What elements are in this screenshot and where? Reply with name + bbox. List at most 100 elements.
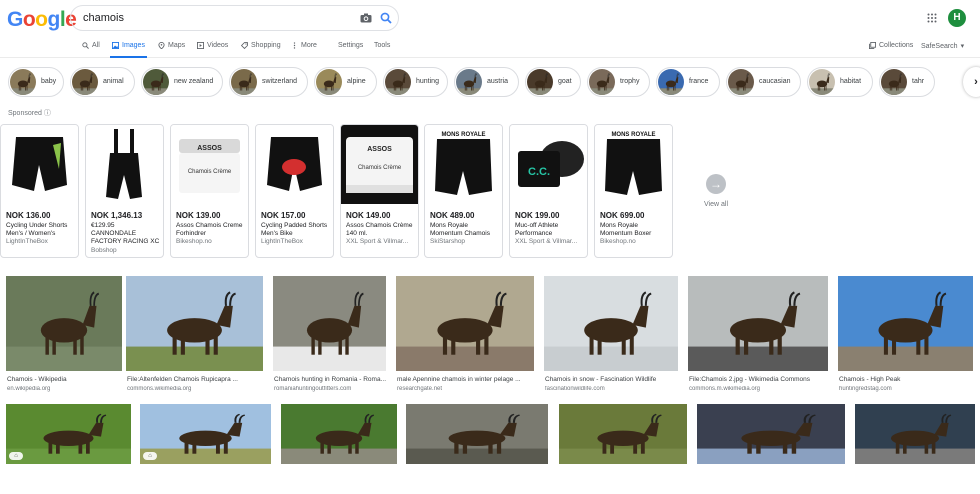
chip-label: new zealand [174,78,214,85]
image-result-thumbnail[interactable] [544,276,678,371]
image-result-thumbnail[interactable] [406,404,548,464]
chip-trophy[interactable]: trophy [587,67,650,97]
account-avatar[interactable]: H [948,9,966,27]
tab-settings[interactable]: Settings [338,42,363,49]
image-result-thumbnail[interactable] [281,404,397,464]
chip-thumbnail [728,69,754,95]
logo-letter: o [35,8,48,31]
collections-link[interactable]: Collections [869,42,913,49]
tab-shopping[interactable]: Shopping [241,42,281,49]
tab-tools[interactable]: Tools [374,42,390,49]
chip-habitat[interactable]: habitat [807,67,873,97]
image-result-title[interactable]: Chamois in snow - Fascination Wildlife [545,376,679,383]
image-result-thumbnail[interactable]: ⌂ [6,404,131,464]
camera-icon[interactable] [360,13,372,23]
image-result-title[interactable]: Chamois - High Peak [839,376,974,383]
image-result-title[interactable]: Chamois - Wikipedia [7,376,123,383]
tab-videos[interactable]: Videos [197,42,228,49]
chip-baby[interactable]: baby [8,67,64,97]
image-result-thumbnail[interactable] [126,276,263,371]
chip-switzerland[interactable]: switzerland [229,67,308,97]
product-price: NOK 199.00 [515,211,560,220]
product-price: NOK 149.00 [346,211,391,220]
image-result-thumbnail[interactable] [697,404,845,464]
product-card[interactable]: C.C. NOK 199.00 Muc-off Athlete Performa… [509,124,588,258]
tab-more[interactable]: More [291,42,317,49]
product-card[interactable]: ASSOS Chamois Crème NOK 149.00 Assos Cha… [340,124,419,258]
product-card[interactable]: NOK 136.00 Cycling Under Shorts Men's / … [0,124,79,258]
chip-goat[interactable]: goat [525,67,581,97]
collections-icon [869,42,876,49]
svg-text:Chamois Crème: Chamois Crème [188,169,232,175]
image-result-thumbnail[interactable]: ⌂ [140,404,271,464]
chip-thumbnail [72,69,98,95]
chip-alpine[interactable]: alpine [314,67,377,97]
view-all-link[interactable]: View all [704,201,728,208]
image-result-thumbnail[interactable] [6,276,122,371]
product-card[interactable]: MONS ROYALE NOK 489.00 Mons Royale Momen… [424,124,503,258]
chip-tahr[interactable]: tahr [879,67,935,97]
search-box[interactable]: chamois [70,5,399,31]
map-pin-icon [158,42,165,49]
safesearch-toggle[interactable]: SafeSearch ▾ [921,42,964,51]
google-logo[interactable]: Google [7,8,77,32]
chip-hunting[interactable]: hunting [383,67,448,97]
product-store: LightInTheBox [6,238,48,245]
product-store: XXL Sport & Villmar... [346,238,409,245]
image-icon [112,42,119,49]
image-result-thumbnail[interactable] [838,276,973,371]
svg-text:C.C.: C.C. [528,166,550,178]
image-result-thumbnail[interactable] [396,276,534,371]
info-icon[interactable]: ⓘ [44,110,51,117]
product-image [86,125,163,204]
image-result-title[interactable]: male Apennine chamois in winter pelage .… [397,376,535,383]
tab-all[interactable]: All [82,42,100,49]
product-image: ASSOS Chamois Crème [341,125,418,204]
view-all-arrow-icon[interactable]: → [706,174,726,194]
image-result-title[interactable]: File:Chamois 2.jpg - Wikimedia Commons [689,376,829,383]
product-title: Muc-off Athlete Performance [515,222,559,237]
chip-new-zealand[interactable]: new zealand [141,67,223,97]
tab-maps[interactable]: Maps [158,42,185,49]
chip-thumbnail [143,69,169,95]
image-result-title[interactable]: File:Altenfelden Chamois Rupicapra ... [127,376,264,383]
search-input[interactable]: chamois [83,12,124,24]
tab-images[interactable]: Images [112,42,145,49]
search-icon [82,42,89,49]
chip-label: trophy [620,78,640,85]
product-card[interactable]: NOK 1,346.13 €129.95 CANNONDALE FACTORY … [85,124,164,258]
chevron-right-icon[interactable]: › [963,67,980,97]
product-image [256,125,333,204]
image-result-source: researchgate.net [397,386,443,392]
logo-letter: G [7,8,23,31]
image-result-thumbnail[interactable] [559,404,687,464]
product-store: LightInTheBox [261,238,303,245]
product-price: NOK 157.00 [261,211,306,220]
chip-thumbnail [527,69,553,95]
header: Google chamois H [0,0,980,36]
image-result-source: huntingredstag.com [839,386,892,392]
chip-animal[interactable]: animal [70,67,135,97]
related-search-chips: baby animal new zealand switzerland alpi… [0,62,980,102]
image-result-source: commons.m.wikimedia.org [689,386,761,392]
image-result-thumbnail[interactable] [273,276,386,371]
image-result-title[interactable]: Chamois hunting in Romania - Roma... [274,376,387,383]
product-store: XXL Sport & Villmar... [515,238,578,245]
product-title: Mons Royale Momentum Chamois [430,222,490,237]
chip-caucasian[interactable]: caucasian [726,67,801,97]
chip-thumbnail [385,69,411,95]
product-card[interactable]: ASSOS Chamois Crème NOK 139.00 Assos Cha… [170,124,249,258]
chip-label: habitat [840,78,862,85]
apps-grid-icon[interactable] [927,13,937,23]
product-store: Bikeshop.no [176,238,212,245]
chip-austria[interactable]: austria [454,67,519,97]
product-original-price: €129.95 [91,222,115,229]
logo-letter: o [22,8,36,31]
chip-france[interactable]: france [656,67,720,97]
chip-thumbnail [231,69,257,95]
image-result-thumbnail[interactable] [688,276,828,371]
search-icon[interactable] [380,12,392,24]
product-card[interactable]: NOK 157.00 Cycling Padded Shorts Men's B… [255,124,334,258]
image-result-thumbnail[interactable] [855,404,975,464]
product-card[interactable]: MONS ROYALE NOK 699.00 Mons Royale Momen… [594,124,673,258]
